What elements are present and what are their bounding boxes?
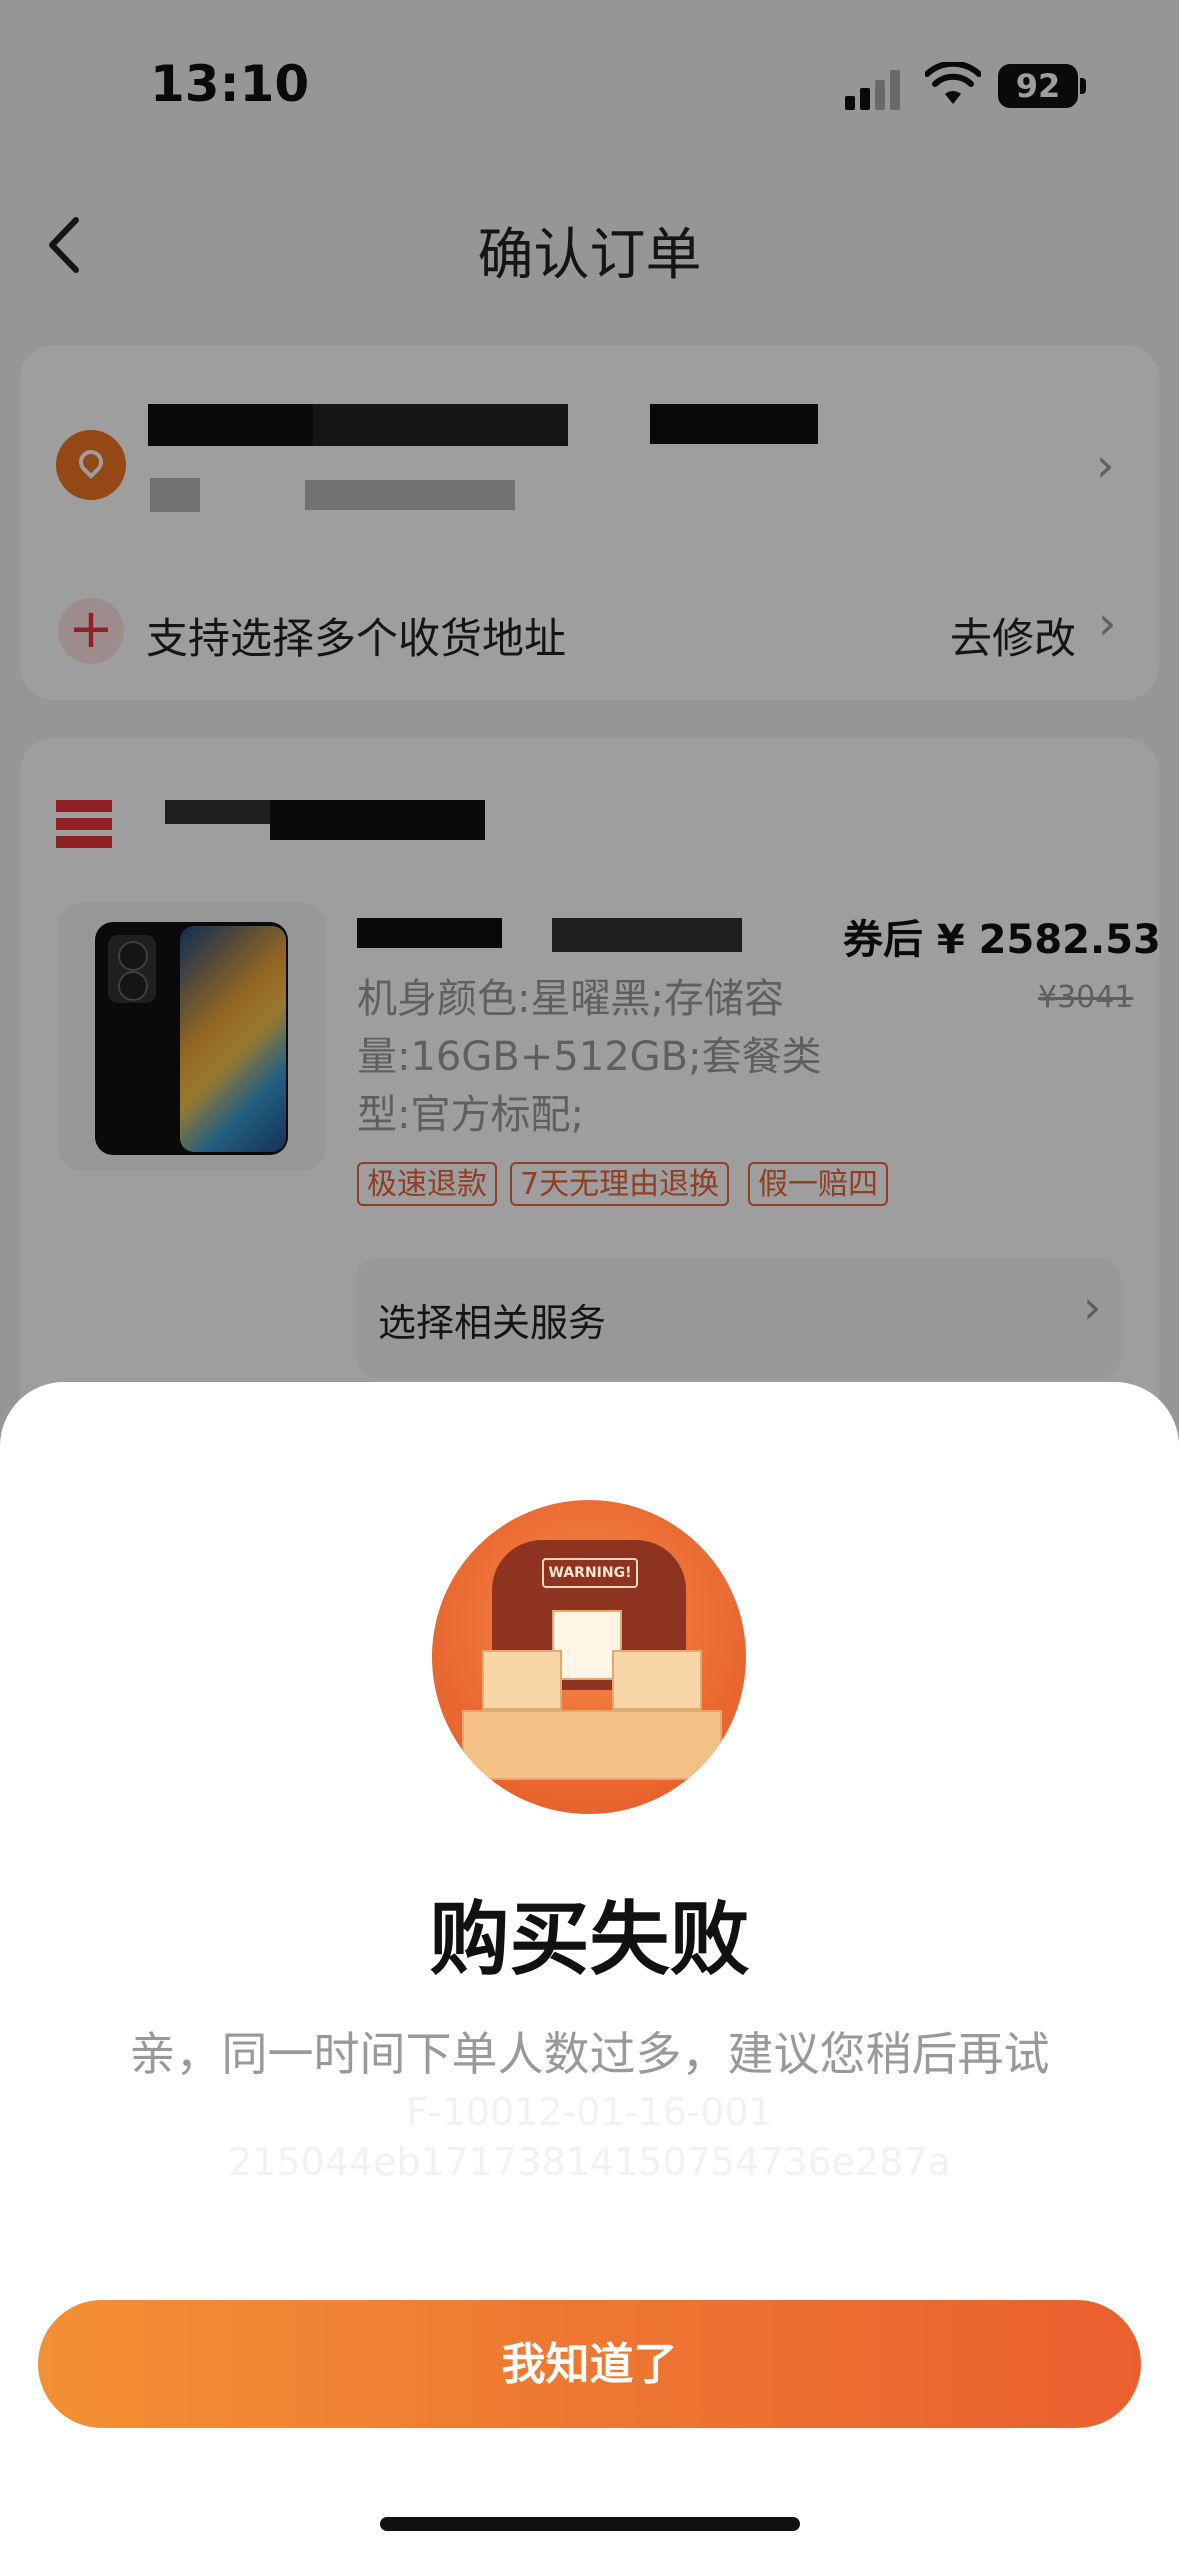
warning-truck-illustration: WARNING! [432,1500,746,1814]
dialog-title: 购买失败 [429,1893,750,1986]
error-code: F-10012-01-16-001 [406,2090,773,2134]
confirm-button[interactable]: 我知道了 [38,2300,1141,2428]
home-indicator[interactable] [380,2517,800,2531]
package-box [482,1650,562,1710]
dialog-message: 亲，同一时间下单人数过多，建议您稍后再试 [129,2027,1050,2081]
package-box [612,1650,702,1710]
warning-badge: WARNING! [542,1558,638,1588]
trace-id: 215044eb17173814150754736e287a [228,2140,951,2184]
package-box [462,1710,722,1780]
